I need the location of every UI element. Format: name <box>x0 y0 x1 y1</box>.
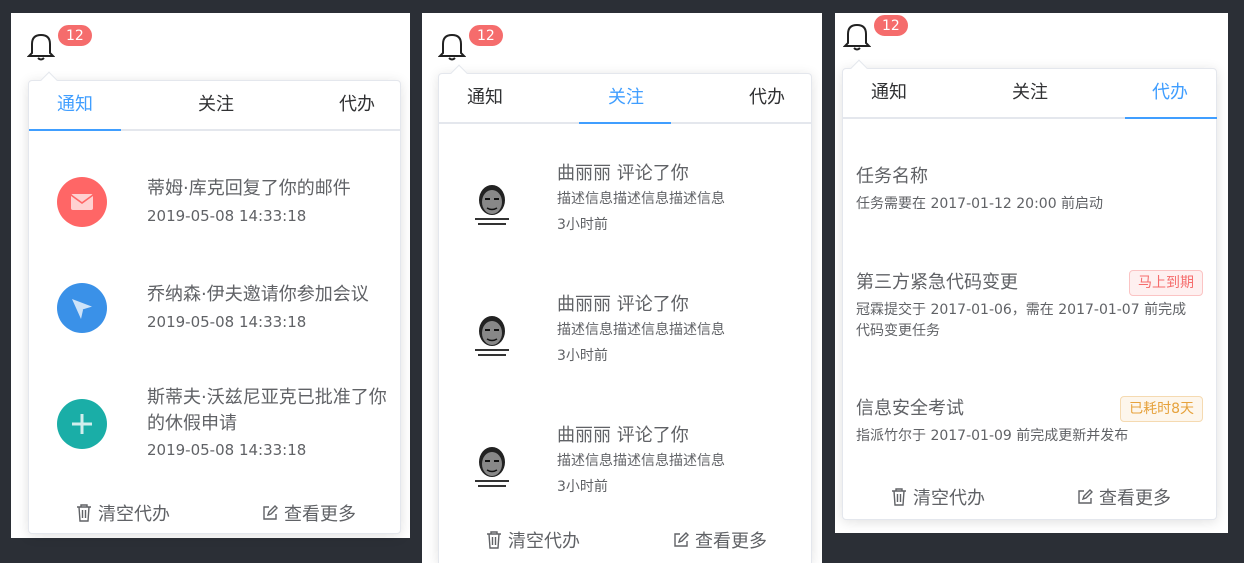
list-item[interactable]: 曲丽丽 评论了你 描述信息描述信息描述信息 3小时前 <box>439 425 811 526</box>
bell-icon <box>843 23 871 51</box>
notice-panel-follows: 12 通知 关注 代办 曲丽丽 评论了你 描述信息描述信息描述信息 3小时前 曲… <box>422 13 822 563</box>
tab-todos[interactable]: 代办 <box>749 74 785 122</box>
item-title: 蒂姆·库克回复了你的邮件 <box>147 178 351 199</box>
item-desc: 描述信息描述信息描述信息 <box>557 322 725 338</box>
item-time: 2019-05-08 14:33:18 <box>147 441 307 459</box>
tab-follows[interactable]: 关注 <box>1012 69 1048 117</box>
item-title: 乔纳森·伊夫邀请你参加会议 <box>147 284 369 305</box>
trash-icon <box>487 531 501 549</box>
mail-icon <box>57 177 107 227</box>
item-time: 3小时前 <box>557 217 608 233</box>
clear-label: 清空代办 <box>98 504 170 525</box>
view-more-button[interactable]: 查看更多 <box>1077 484 1171 510</box>
item-title: 第三方紧急代码变更 <box>856 272 1018 293</box>
notification-bell[interactable]: 12 <box>27 24 93 61</box>
tab-bar: 通知 关注 代办 <box>843 69 1217 119</box>
item-title-line1: 斯蒂夫·沃兹尼亚克已批准了你 <box>147 387 387 408</box>
view-more-button[interactable]: 查看更多 <box>262 500 356 526</box>
clear-label: 清空代办 <box>508 531 580 552</box>
user-avatar <box>467 182 517 232</box>
item-desc: 描述信息描述信息描述信息 <box>557 453 725 469</box>
active-tab-indicator <box>29 129 121 131</box>
more-label: 查看更多 <box>1099 488 1171 509</box>
clear-button[interactable]: 清空代办 <box>891 484 985 510</box>
item-time: 2019-05-08 14:33:18 <box>147 207 307 225</box>
item-title: 曲丽丽 评论了你 <box>557 163 689 184</box>
active-tab-indicator <box>579 122 671 124</box>
list-item[interactable]: 蒂姆·库克回复了你的邮件 2019-05-08 14:33:18 <box>29 161 400 251</box>
clear-label: 清空代办 <box>913 488 985 509</box>
clear-button[interactable]: 清空代办 <box>76 500 170 526</box>
notice-panel-notifications: 12 通知 关注 代办 蒂姆·库克回复了你的邮件 2019-05-08 14:3… <box>11 13 410 538</box>
list-item[interactable]: 斯蒂夫·沃兹尼亚克已批准了你 的休假申请 2019-05-08 14:33:18 <box>29 381 400 481</box>
tab-notifications[interactable]: 通知 <box>57 81 93 129</box>
notification-bell[interactable]: 12 <box>438 24 504 61</box>
item-time: 2019-05-08 14:33:18 <box>147 313 307 331</box>
item-time: 3小时前 <box>557 479 608 495</box>
item-desc-line2: 代码变更任务 <box>856 323 940 339</box>
active-tab-indicator <box>1125 117 1217 119</box>
trash-icon <box>77 504 91 522</box>
notice-popover: 通知 关注 代办 曲丽丽 评论了你 描述信息描述信息描述信息 3小时前 曲丽丽 … <box>438 64 812 563</box>
unread-badge: 12 <box>873 14 909 37</box>
tab-follows[interactable]: 关注 <box>198 81 234 129</box>
list-item[interactable]: 乔纳森·伊夫邀请你参加会议 2019-05-08 14:33:18 <box>29 267 400 357</box>
item-title: 曲丽丽 评论了你 <box>557 294 689 315</box>
unread-badge: 12 <box>468 24 504 47</box>
unread-badge: 12 <box>57 24 93 47</box>
tab-bar: 通知 关注 代办 <box>439 74 811 124</box>
list-item[interactable]: 信息安全考试 已耗时8天 指派竹尔于 2017-01-09 前完成更新并发布 <box>843 396 1216 456</box>
list-item[interactable]: 第三方紧急代码变更 马上到期 冠霖提交于 2017-01-06，需在 2017-… <box>843 270 1216 350</box>
tab-bar: 通知 关注 代办 <box>29 81 400 131</box>
item-desc: 描述信息描述信息描述信息 <box>557 191 725 207</box>
notification-bell[interactable]: 12 <box>843 14 909 51</box>
item-title: 信息安全考试 <box>856 398 964 419</box>
paper-plane-icon <box>57 283 107 333</box>
list-item[interactable]: 任务名称 任务需要在 2017-01-12 20:00 前启动 <box>843 164 1216 224</box>
status-badge: 马上到期 <box>1129 270 1203 296</box>
view-more-button[interactable]: 查看更多 <box>673 527 767 553</box>
bell-icon <box>438 33 466 61</box>
trash-icon <box>892 488 906 506</box>
item-desc: 任务需要在 2017-01-12 20:00 前启动 <box>856 196 1104 212</box>
tab-todos[interactable]: 代办 <box>1152 69 1188 117</box>
edit-icon <box>263 505 278 520</box>
user-avatar <box>467 313 517 363</box>
user-avatar <box>467 444 517 494</box>
plus-icon <box>57 399 107 449</box>
more-label: 查看更多 <box>284 504 356 525</box>
notice-popover: 通知 关注 代办 任务名称 任务需要在 2017-01-12 20:00 前启动… <box>842 59 1217 520</box>
tab-todos[interactable]: 代办 <box>339 81 375 129</box>
clear-button[interactable]: 清空代办 <box>486 527 580 553</box>
item-title: 曲丽丽 评论了你 <box>557 425 689 446</box>
edit-icon <box>1078 489 1093 504</box>
notice-panel-todos: 12 通知 关注 代办 任务名称 任务需要在 2017-01-12 20:00 … <box>835 13 1228 533</box>
bell-icon <box>27 33 55 61</box>
item-desc-line1: 冠霖提交于 2017-01-06，需在 2017-01-07 前完成 <box>856 302 1187 318</box>
more-label: 查看更多 <box>695 531 767 552</box>
list-item[interactable]: 曲丽丽 评论了你 描述信息描述信息描述信息 3小时前 <box>439 163 811 264</box>
tab-follows[interactable]: 关注 <box>608 74 644 122</box>
notice-popover: 通知 关注 代办 蒂姆·库克回复了你的邮件 2019-05-08 14:33:1… <box>28 71 401 534</box>
item-title: 任务名称 <box>856 166 928 187</box>
tab-notifications[interactable]: 通知 <box>871 69 907 117</box>
status-badge: 已耗时8天 <box>1120 396 1203 422</box>
item-time: 3小时前 <box>557 348 608 364</box>
list-item[interactable]: 曲丽丽 评论了你 描述信息描述信息描述信息 3小时前 <box>439 294 811 395</box>
item-desc: 指派竹尔于 2017-01-09 前完成更新并发布 <box>856 428 1129 444</box>
item-title-line2: 的休假申请 <box>147 413 237 434</box>
tab-notifications[interactable]: 通知 <box>467 74 503 122</box>
edit-icon <box>674 532 689 547</box>
